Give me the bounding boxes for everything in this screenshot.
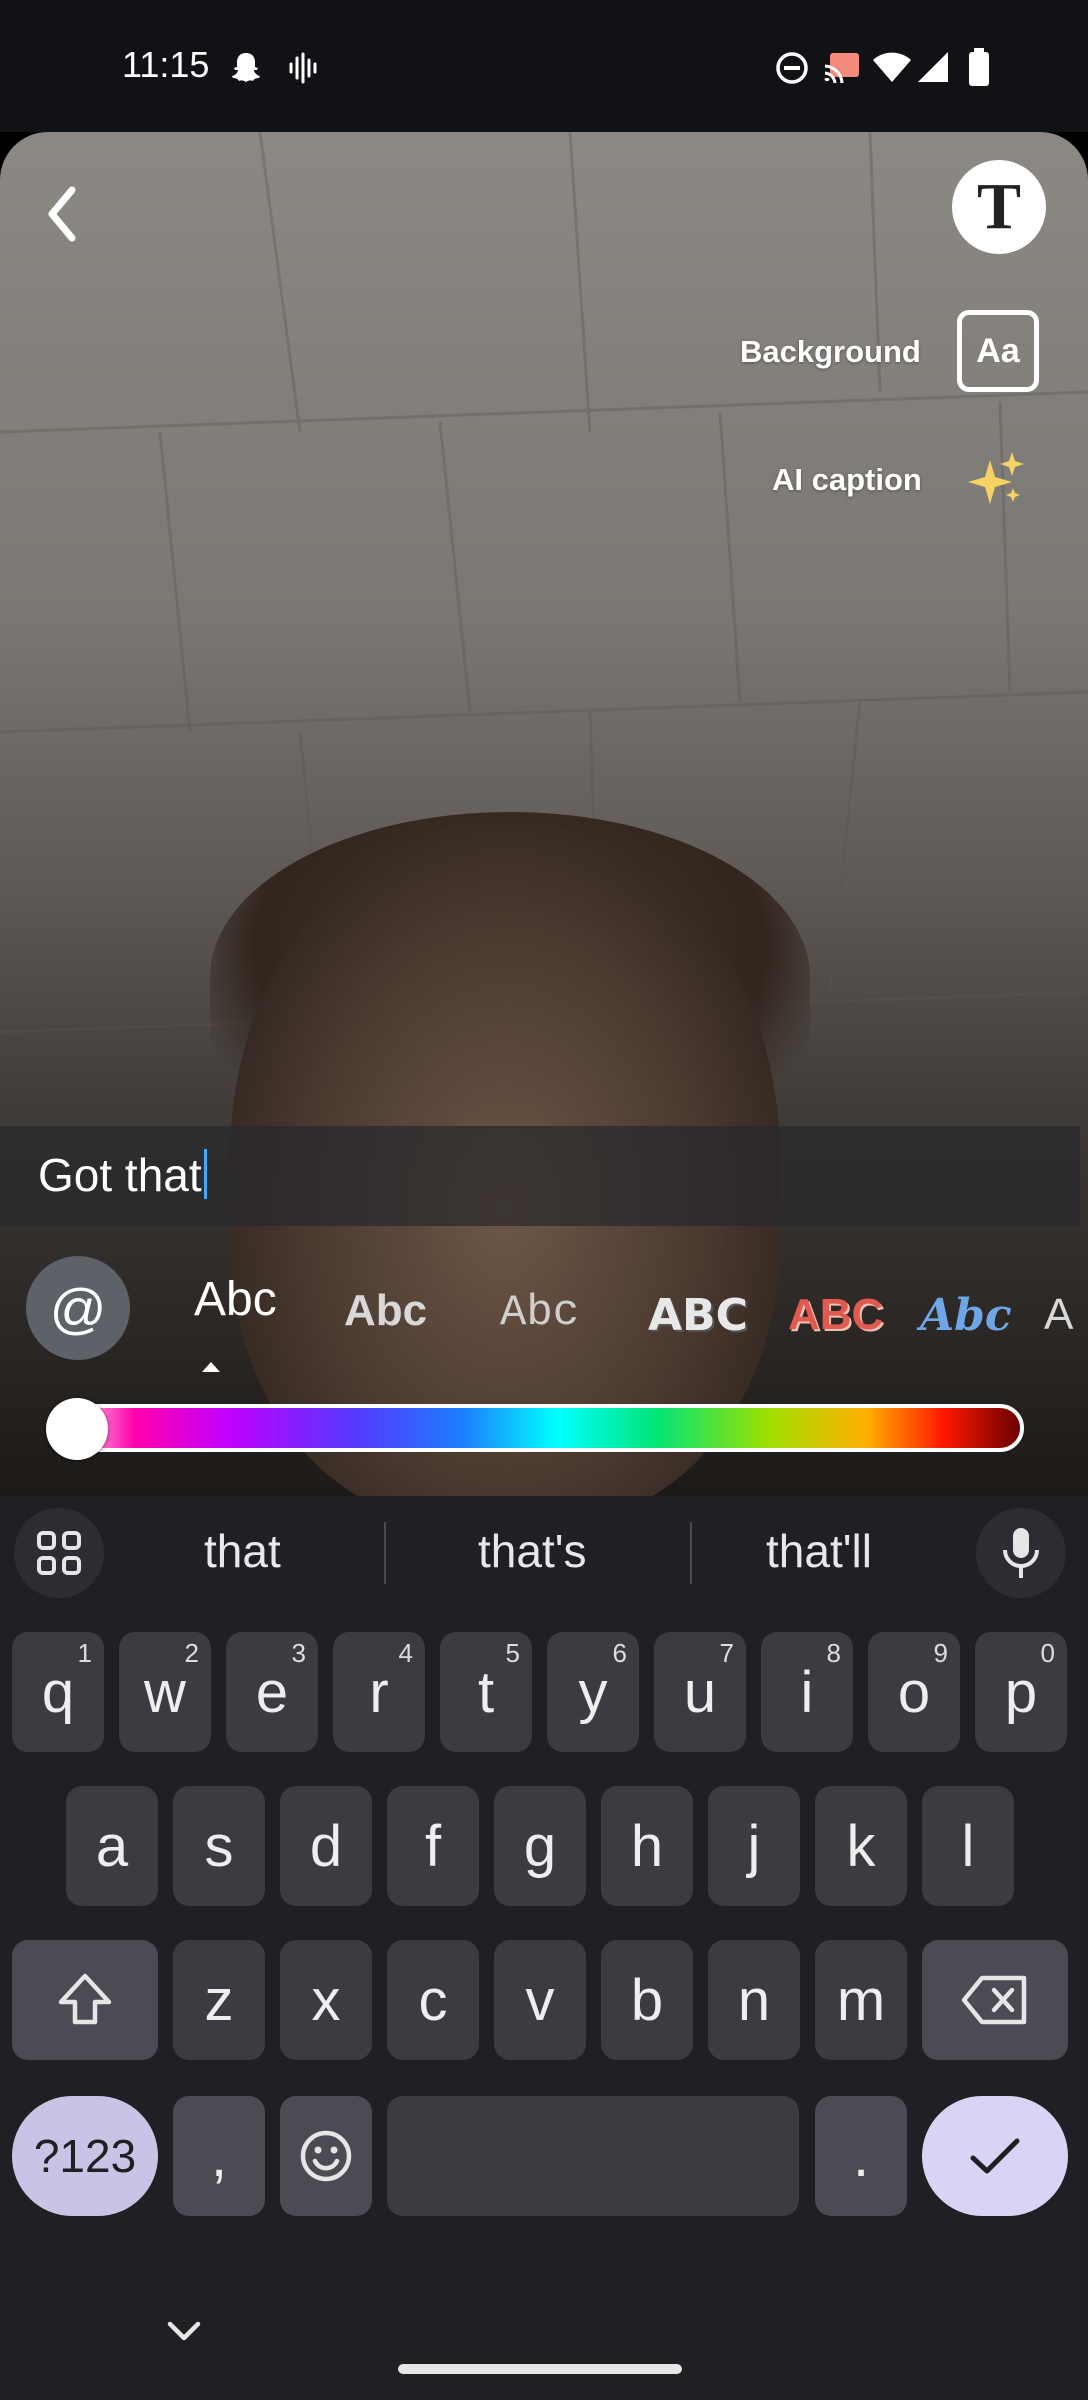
status-time: 11:15 <box>122 44 210 85</box>
suggestion-divider <box>384 1522 386 1584</box>
wifi-icon <box>873 52 911 82</box>
key-c[interactable]: c <box>387 1940 479 2060</box>
microphone-icon <box>1003 1528 1039 1578</box>
snapchat-ghost-icon <box>232 53 260 82</box>
keyboard-apps-button[interactable] <box>14 1508 104 1598</box>
key-v[interactable]: v <box>494 1940 586 2060</box>
emoji-icon <box>300 2130 352 2182</box>
caption-input[interactable]: Got that <box>38 1148 207 1202</box>
font-option-gothic[interactable]: Abc <box>920 1290 1012 1341</box>
at-symbol: @ <box>49 1276 107 1340</box>
battery-icon <box>969 48 989 86</box>
key-j[interactable]: j <box>708 1786 800 1906</box>
background-icon-text: Aa <box>976 331 1020 370</box>
font-option-typewriter[interactable]: Abc <box>500 1288 579 1338</box>
key-k[interactable]: k <box>815 1786 907 1906</box>
backspace-key[interactable] <box>922 1940 1068 2060</box>
color-slider-track[interactable] <box>54 1404 1024 1452</box>
key-s[interactable]: s <box>173 1786 265 1906</box>
key-f[interactable]: f <box>387 1786 479 1906</box>
key-q[interactable]: q1 <box>12 1632 104 1752</box>
hide-keyboard-icon[interactable] <box>166 2320 202 2344</box>
suggestion-1[interactable]: that <box>204 1524 281 1578</box>
key-b[interactable]: b <box>601 1940 693 2060</box>
key-p[interactable]: p0 <box>975 1632 1067 1752</box>
key-g[interactable]: g <box>494 1786 586 1906</box>
key-z[interactable]: z <box>173 1940 265 2060</box>
signal-icon <box>918 52 948 82</box>
period-key[interactable]: . <box>815 2096 907 2216</box>
checkmark-icon <box>970 2138 1020 2174</box>
font-option-block[interactable]: ABC <box>648 1290 748 1341</box>
key-r[interactable]: r4 <box>333 1632 425 1752</box>
symbols-key[interactable]: ?123 <box>12 2096 158 2216</box>
shift-key[interactable] <box>12 1940 158 2060</box>
text-tool-glyph: T <box>976 170 1022 243</box>
status-bar: 11:15 <box>0 0 1088 132</box>
key-u[interactable]: u7 <box>654 1632 746 1752</box>
space-key[interactable] <box>387 2096 799 2216</box>
suggestion-2[interactable]: that's <box>478 1524 587 1578</box>
do-not-disturb-icon <box>776 52 808 84</box>
key-l[interactable]: l <box>922 1786 1014 1906</box>
key-w[interactable]: w2 <box>119 1632 211 1752</box>
voice-icon <box>289 52 317 84</box>
font-option-retro[interactable]: ABC <box>788 1290 883 1340</box>
background-button[interactable]: Aa <box>957 310 1039 392</box>
comma-key[interactable]: , <box>173 2096 265 2216</box>
emoji-key[interactable] <box>280 2096 372 2216</box>
font-option-more[interactable]: A <box>1044 1290 1073 1340</box>
cast-icon <box>824 53 859 84</box>
key-a[interactable]: a <box>66 1786 158 1906</box>
key-m[interactable]: m <box>815 1940 907 2060</box>
font-option-classic[interactable]: Abc <box>194 1272 277 1327</box>
shift-arrow-icon <box>58 1973 112 2025</box>
key-t[interactable]: t5 <box>440 1632 532 1752</box>
text-tool-button[interactable]: T <box>952 160 1046 254</box>
mention-button[interactable]: @ <box>26 1256 130 1360</box>
ai-caption-label[interactable]: AI caption <box>772 462 922 498</box>
key-h[interactable]: h <box>601 1786 693 1906</box>
caption-text: Got that <box>38 1149 202 1201</box>
backspace-icon <box>961 1975 1027 2025</box>
voice-input-button[interactable] <box>976 1508 1066 1598</box>
home-gesture-bar[interactable] <box>398 2364 682 2374</box>
text-caret <box>203 1149 207 1199</box>
key-o[interactable]: o9 <box>868 1632 960 1752</box>
apps-grid-icon <box>37 1531 81 1575</box>
key-i[interactable]: i8 <box>761 1632 853 1752</box>
back-button[interactable] <box>38 178 88 248</box>
key-e[interactable]: e3 <box>226 1632 318 1752</box>
font-option-bold[interactable]: Abc <box>344 1286 427 1336</box>
done-key[interactable] <box>922 2096 1068 2216</box>
suggestion-3[interactable]: that'll <box>766 1524 872 1578</box>
key-y[interactable]: y6 <box>547 1632 639 1752</box>
suggestion-divider <box>690 1522 692 1584</box>
chevron-left-icon <box>48 186 76 242</box>
selected-font-indicator <box>202 1362 220 1372</box>
color-slider-thumb[interactable] <box>46 1398 108 1460</box>
key-x[interactable]: x <box>280 1940 372 2060</box>
sparkles-icon[interactable] <box>966 450 1026 510</box>
background-label[interactable]: Background <box>740 334 921 370</box>
key-d[interactable]: d <box>280 1786 372 1906</box>
key-n[interactable]: n <box>708 1940 800 2060</box>
